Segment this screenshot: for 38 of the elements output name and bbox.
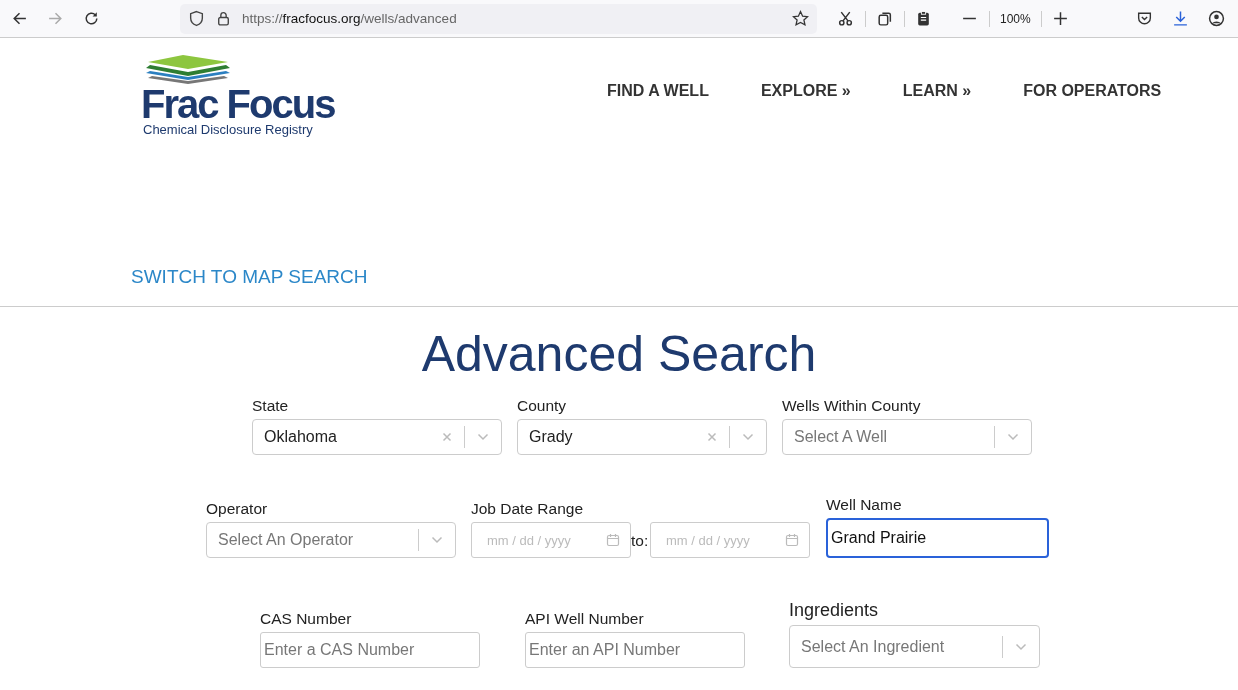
field-label: Operator — [206, 500, 269, 519]
nav-link[interactable]: EXPLORE » — [760, 82, 851, 102]
dropdown[interactable]: Select An Operator — [206, 522, 456, 558]
switch-to-map-link[interactable]: SWITCH TO MAP SEARCH — [131, 266, 368, 287]
field-label: Ingredients — [789, 600, 880, 622]
reload-icon[interactable] — [83, 10, 100, 27]
clipboard-icon[interactable] — [915, 10, 932, 27]
text-field[interactable]: Grand Prairie — [826, 518, 1049, 558]
nav-link[interactable]: FIND A WELL — [607, 82, 709, 102]
cut-icon[interactable] — [837, 10, 854, 27]
zoom-level[interactable]: 100% — [1000, 11, 1031, 26]
bookmark-star-icon[interactable] — [792, 10, 809, 27]
field-label: API Well Number — [525, 610, 645, 629]
dropdown[interactable]: Select A Well — [782, 419, 1032, 455]
page-title: Advanced Search — [420, 325, 818, 383]
address-bar[interactable]: https://fracfocus.org/wells/advanced — [180, 3, 817, 34]
copy-icon[interactable] — [876, 10, 893, 27]
nav-link[interactable]: FOR OPERATORS — [1023, 82, 1162, 102]
download-icon[interactable] — [1172, 10, 1189, 27]
text-field[interactable]: Enter an API Number — [525, 632, 745, 668]
field-label: CAS Number — [260, 610, 353, 629]
zoom-in-icon[interactable] — [1051, 10, 1069, 27]
field-label: Well Name — [826, 496, 903, 515]
logo-tagline: Chemical Disclosure Registry — [143, 122, 313, 137]
field-label: Job Date Range — [471, 500, 585, 519]
pocket-icon[interactable] — [1136, 10, 1153, 27]
logo-wordmark[interactable]: Frac Focus — [141, 84, 335, 124]
dropdown[interactable]: Select An Ingredient — [789, 625, 1040, 668]
field-label: County — [517, 397, 568, 416]
account-icon[interactable] — [1208, 10, 1225, 27]
back-icon[interactable] — [11, 10, 28, 27]
field-label: State — [252, 397, 290, 416]
range-separator: to: — [631, 532, 650, 550]
field-label: Wells Within County — [782, 397, 922, 416]
text-field[interactable]: Enter a CAS Number — [260, 632, 480, 668]
shield-icon[interactable] — [188, 10, 205, 27]
lock-icon[interactable] — [215, 10, 232, 27]
nav-link[interactable]: LEARN » — [902, 82, 972, 102]
